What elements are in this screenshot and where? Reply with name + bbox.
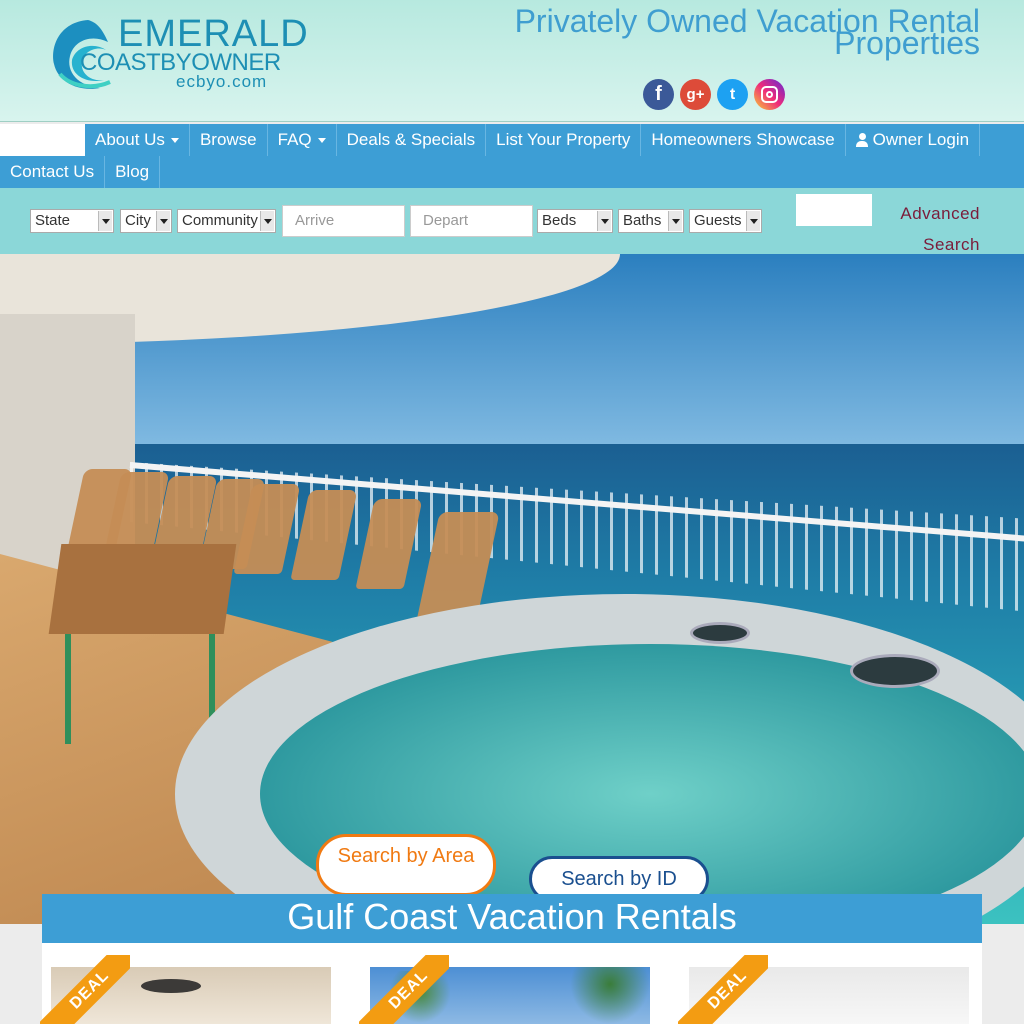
depart-date-input[interactable]: Depart (410, 205, 533, 237)
main-nav: About Us Browse FAQ Deals & Specials Lis… (0, 124, 1024, 188)
instagram-glyph (761, 86, 778, 103)
nav-item-label: About Us (95, 130, 165, 149)
site-logo[interactable]: EMERALD COASTBYOWNER ecbyo.com (48, 14, 308, 96)
nav-item-list-property[interactable]: List Your Property (486, 124, 642, 156)
state-select-value: State (35, 212, 71, 229)
nav-item-blog[interactable]: Blog (105, 156, 161, 188)
nav-home-blank[interactable] (0, 124, 85, 156)
community-select-value: Community (182, 212, 258, 229)
palm-tree-image (570, 967, 650, 1024)
nav-item-label: Blog (115, 162, 150, 181)
nav-item-label: List Your Property (496, 130, 631, 149)
nav-item-deals[interactable]: Deals & Specials (337, 124, 487, 156)
facebook-glyph: f (655, 83, 662, 105)
search-by-area-button[interactable]: Search by Area (316, 834, 496, 896)
google-plus-glyph: g+ (686, 86, 705, 103)
hero-image (0, 254, 1024, 924)
section-title: Gulf Coast Vacation Rentals (42, 894, 982, 943)
beds-select-value: Beds (542, 212, 577, 229)
nav-item-label: Owner Login (872, 130, 970, 149)
caret-down-icon (170, 137, 179, 143)
deal-badge-label: DEAL (40, 955, 130, 1024)
nav-row-1: About Us Browse FAQ Deals & Specials Lis… (0, 124, 981, 156)
site-header: EMERALD COASTBYOWNER ecbyo.com Privately… (0, 0, 1024, 122)
nav-item-about-us[interactable]: About Us (85, 124, 190, 156)
hero-table (48, 544, 237, 634)
chevron-down-icon (156, 211, 170, 231)
site-tagline: Privately Owned Vacation Rental Properti… (420, 5, 980, 59)
deal-badge-label: DEAL (359, 955, 449, 1024)
nav-item-label: Browse (199, 130, 257, 149)
nav-item-label: Homeowners Showcase (651, 130, 835, 149)
logo-line-emerald: EMERALD (118, 13, 309, 55)
deal-badge-label: DEAL (678, 955, 768, 1024)
google-plus-icon[interactable]: g+ (680, 79, 711, 110)
community-select[interactable]: Community (177, 209, 276, 233)
city-select-value: City (125, 212, 151, 229)
facebook-icon[interactable]: f (643, 79, 674, 110)
beds-select[interactable]: Beds (537, 209, 613, 233)
state-select[interactable]: State (30, 209, 114, 233)
ceiling-fan-image (141, 979, 201, 993)
arrive-date-input[interactable]: Arrive (282, 205, 405, 237)
caret-down-icon (317, 137, 326, 143)
chevron-down-icon (597, 211, 611, 231)
chevron-down-icon (98, 211, 112, 231)
city-select[interactable]: City (120, 209, 172, 233)
baths-select-value: Baths (623, 212, 662, 229)
nav-item-label: Deals & Specials (346, 130, 476, 149)
chevron-down-icon (668, 211, 682, 231)
nav-item-browse[interactable]: Browse (190, 124, 268, 156)
nav-item-label: FAQ (277, 130, 312, 149)
hero-tub-jet (850, 654, 940, 688)
guests-select-value: Guests (694, 212, 742, 229)
deal-badge: DEAL (359, 955, 449, 1024)
hero-tub-jet (690, 622, 750, 644)
baths-select[interactable]: Baths (618, 209, 684, 233)
user-icon (855, 133, 868, 147)
nav-item-faq[interactable]: FAQ (268, 124, 337, 156)
chevron-down-icon (260, 211, 274, 231)
guests-select[interactable]: Guests (689, 209, 762, 233)
nav-item-contact-us[interactable]: Contact Us (0, 156, 106, 188)
nav-item-label: Contact Us (10, 162, 95, 181)
nav-row-2: Contact Us Blog (0, 156, 161, 188)
nav-item-owner-login[interactable]: Owner Login (846, 124, 981, 156)
twitter-glyph: t (729, 85, 736, 103)
social-links: f g+ t (643, 79, 785, 110)
twitter-icon[interactable]: t (717, 79, 748, 110)
nav-item-homeowners-showcase[interactable]: Homeowners Showcase (641, 124, 846, 156)
logo-line-domain: ecbyo.com (176, 72, 268, 91)
chevron-down-icon (746, 211, 760, 231)
deal-badge: DEAL (40, 955, 130, 1024)
instagram-icon[interactable] (754, 79, 785, 110)
advanced-search-link[interactable]: Advanced Search (850, 198, 980, 260)
deal-badge: DEAL (678, 955, 768, 1024)
hero-table-legs (65, 634, 215, 744)
